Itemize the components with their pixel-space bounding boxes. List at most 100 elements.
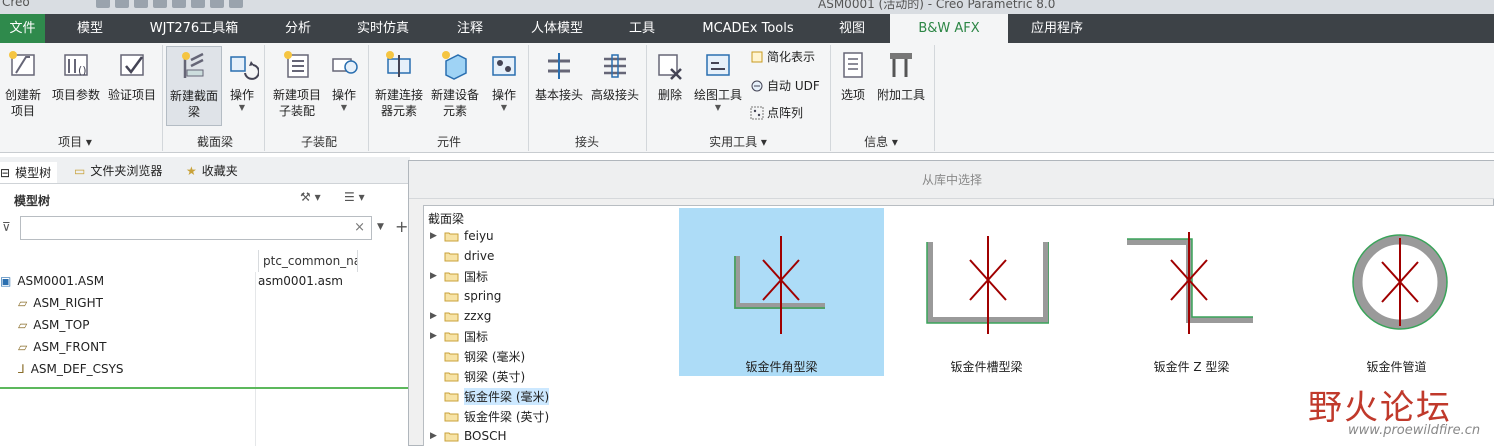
tree-row-asm-right[interactable]: ▱ ASM_RIGHT bbox=[18, 292, 103, 314]
folder-icon bbox=[444, 331, 459, 342]
options-button[interactable]: 选项 bbox=[834, 49, 872, 103]
tree-settings-icon[interactable]: ⚒ ▾ bbox=[300, 190, 321, 204]
tree-columns-icon[interactable]: ☰ ▾ bbox=[344, 190, 365, 204]
tab-analysis[interactable]: 分析 bbox=[272, 14, 324, 43]
expand-arrow-icon[interactable]: ▶ bbox=[430, 431, 444, 441]
expand-arrow-icon[interactable]: ▶ bbox=[430, 231, 444, 241]
addon-tools-icon bbox=[884, 49, 918, 83]
column-header-common-name[interactable]: ptc_common_na bbox=[258, 250, 358, 272]
filter-dropdown-icon[interactable]: ▼ bbox=[377, 222, 384, 232]
redo-icon[interactable] bbox=[172, 0, 186, 8]
auto-udf-icon bbox=[750, 79, 764, 93]
addon-tools-button[interactable]: 附加工具 bbox=[874, 49, 928, 103]
drawing-tools-button[interactable]: 绘图工具 ▼ bbox=[692, 49, 744, 113]
watermark-url: www.proewildfire.cn bbox=[1348, 423, 1481, 438]
filter-icon[interactable]: ⊽ bbox=[2, 220, 11, 234]
window-icon[interactable] bbox=[210, 0, 224, 8]
library-folder[interactable]: drive bbox=[430, 246, 494, 266]
library-folder[interactable]: spring bbox=[430, 286, 501, 306]
library-folder[interactable]: 钣金件梁 (英寸) bbox=[430, 406, 549, 426]
gallery-item-channel-beam[interactable]: 钣金件槽型梁 bbox=[884, 208, 1089, 376]
tab-file[interactable]: 文件 bbox=[0, 14, 45, 43]
element-operations-button[interactable]: 操作 ▼ bbox=[486, 49, 522, 113]
expand-arrow-icon[interactable]: ▶ bbox=[430, 331, 444, 341]
tab-folder-browser[interactable]: ▭ 文件夹浏览器 bbox=[74, 162, 162, 179]
gallery-item-label: 钣金件角型梁 bbox=[745, 360, 818, 374]
new-device-element-button[interactable]: 新建设备元素 bbox=[428, 49, 482, 119]
verify-project-icon bbox=[115, 49, 149, 83]
favorites-icon: ★ bbox=[186, 163, 197, 178]
library-tree-root[interactable]: 截面梁 bbox=[428, 210, 464, 227]
library-folder[interactable]: ▶ zzxg bbox=[430, 306, 491, 326]
library-folder[interactable]: ▶ 国标 bbox=[430, 266, 488, 286]
library-folder[interactable]: 钢梁 (毫米) bbox=[430, 346, 525, 366]
basic-joint-button[interactable]: 基本接头 bbox=[532, 49, 586, 103]
gallery-item-z-beam[interactable]: 钣金件 Z 型梁 bbox=[1089, 208, 1294, 376]
tab-realtime-sim[interactable]: 实时仿真 bbox=[346, 14, 420, 43]
new-connector-element-button[interactable]: 新建连接器元素 bbox=[372, 49, 426, 119]
advanced-joint-icon bbox=[598, 49, 632, 83]
clear-filter-icon[interactable]: × bbox=[354, 220, 365, 235]
group-label-joints: 接头 bbox=[574, 135, 599, 149]
tab-model[interactable]: 模型 bbox=[62, 14, 118, 43]
tab-applications[interactable]: 应用程序 bbox=[1022, 14, 1092, 43]
library-folder[interactable]: ▶ feiyu bbox=[430, 226, 494, 246]
group-label-elements: 元件 bbox=[436, 135, 461, 149]
library-folder[interactable]: ▶ 国标 bbox=[430, 326, 488, 346]
tab-tools[interactable]: 工具 bbox=[616, 14, 668, 43]
tree-row-asm-def-csys[interactable]: ⅃ ASM_DEF_CSYS bbox=[18, 358, 124, 380]
tab-favorites[interactable]: ★ 收藏夹 bbox=[186, 162, 238, 179]
new-file-icon[interactable] bbox=[96, 0, 110, 8]
tab-bw-afx[interactable]: B&W AFX bbox=[890, 14, 1008, 43]
tree-row-asm-front[interactable]: ▱ ASM_FRONT bbox=[18, 336, 106, 358]
auto-udf-button[interactable]: 自动 UDF bbox=[750, 78, 820, 94]
verify-project-button[interactable]: 验证项目 bbox=[106, 49, 158, 103]
regenerate-icon[interactable] bbox=[191, 0, 205, 8]
group-label-subassembly: 子装配 bbox=[300, 135, 337, 149]
tab-mcadex-tools[interactable]: MCADEx Tools bbox=[690, 14, 806, 43]
project-params-button[interactable]: () 项目参数 bbox=[50, 49, 102, 103]
group-label-utility[interactable]: 实用工具 ▾ bbox=[700, 133, 776, 150]
delete-button[interactable]: 删除 bbox=[650, 49, 690, 103]
create-new-project-button[interactable]: 创建新项目 bbox=[0, 49, 46, 119]
tree-row-asm-top[interactable]: ▱ ASM_TOP bbox=[18, 314, 89, 336]
gallery-item-tube[interactable]: 钣金件管道 bbox=[1294, 208, 1494, 376]
simplified-rep-button[interactable]: 简化表示 bbox=[750, 49, 815, 65]
save-icon[interactable] bbox=[134, 0, 148, 8]
library-folder[interactable]: 钣金件梁 (毫米) bbox=[430, 386, 550, 406]
subassembly-operations-button[interactable]: 操作 ▼ bbox=[326, 49, 362, 113]
group-label-project[interactable]: 项目 ▾ bbox=[40, 133, 110, 150]
open-file-icon[interactable] bbox=[115, 0, 129, 8]
new-project-subassembly-button[interactable]: 新建项目子装配 bbox=[270, 49, 324, 119]
group-separator bbox=[368, 45, 369, 151]
undo-icon[interactable] bbox=[153, 0, 167, 8]
tab-wjt276-toolbox[interactable]: WJT276工具箱 bbox=[140, 14, 248, 43]
datum-plane-icon: ▱ bbox=[18, 318, 28, 332]
svg-text:(): () bbox=[78, 64, 87, 77]
gallery-item-label: 钣金件槽型梁 bbox=[950, 360, 1023, 374]
beam-operations-button[interactable]: 操作 ▼ bbox=[224, 49, 260, 113]
expand-arrow-icon[interactable]: ▶ bbox=[430, 311, 444, 321]
tree-filter-input[interactable] bbox=[21, 217, 341, 239]
library-folder[interactable]: 钢梁 (英寸) bbox=[430, 366, 525, 386]
project-params-icon: () bbox=[59, 49, 93, 83]
new-section-beam-button[interactable]: 新建截面梁 bbox=[166, 46, 222, 126]
advanced-joint-button[interactable]: 高级接头 bbox=[588, 49, 642, 103]
tab-model-tree[interactable]: ⊟ 模型树 bbox=[0, 162, 58, 183]
beam-operations-icon bbox=[225, 49, 260, 83]
tree-filter-field[interactable]: × bbox=[20, 216, 372, 240]
add-filter-icon[interactable]: + bbox=[395, 217, 408, 236]
datum-plane-icon: ▱ bbox=[18, 296, 28, 310]
element-operations-icon bbox=[487, 49, 521, 83]
expand-arrow-icon[interactable]: ▶ bbox=[430, 271, 444, 281]
folder-label: feiyu bbox=[464, 229, 494, 243]
library-folder[interactable]: ▶ BOSCH bbox=[430, 426, 507, 446]
close-window-icon[interactable] bbox=[229, 0, 243, 8]
gallery-item-angle-beam[interactable]: 钣金件角型梁 bbox=[679, 208, 884, 376]
tree-row-asm[interactable]: ▣ ASM0001.ASM bbox=[0, 270, 104, 292]
tab-annotate[interactable]: 注释 bbox=[442, 14, 498, 43]
tab-view[interactable]: 视图 bbox=[826, 14, 878, 43]
point-array-button[interactable]: 点阵列 bbox=[750, 105, 803, 121]
tab-human-model[interactable]: 人体模型 bbox=[520, 14, 594, 43]
group-label-info[interactable]: 信息 ▾ bbox=[850, 133, 912, 150]
